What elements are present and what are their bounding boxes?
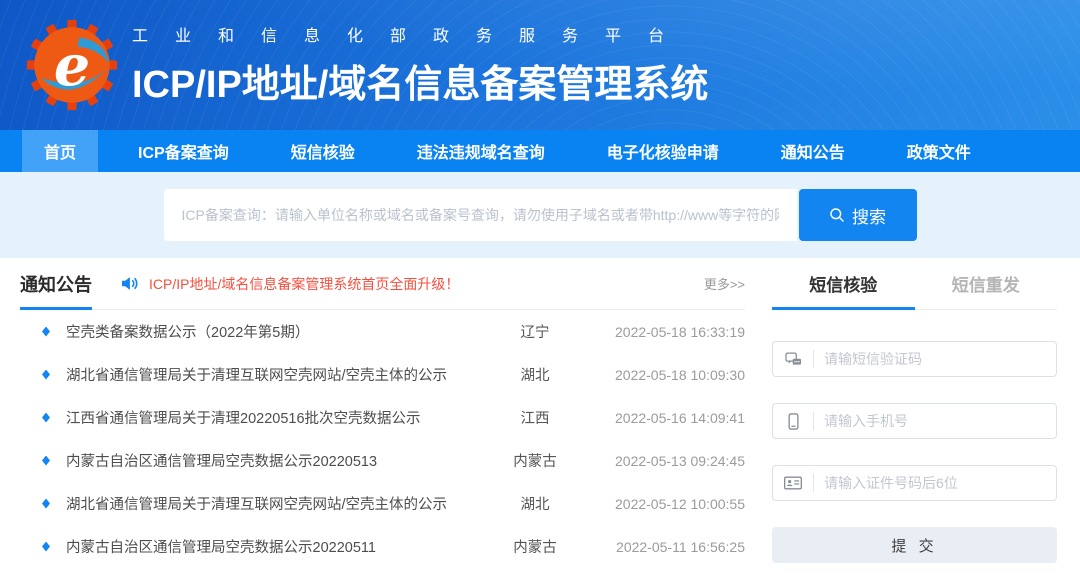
submit-button[interactable]: 提 交	[772, 527, 1057, 563]
sms-tabs: 短信核验 短信重发	[772, 258, 1057, 310]
notice-row[interactable]: 湖北省通信管理局关于清理互联网空壳网站/空壳主体的公示 湖北 2022-05-1…	[20, 482, 745, 525]
sms-message-icon	[773, 350, 813, 369]
phone-input[interactable]	[814, 413, 1056, 429]
sms-code-field	[772, 341, 1057, 377]
mobile-phone-icon	[773, 412, 813, 431]
notice-row-province: 湖北	[475, 493, 595, 514]
sms-panel: 短信核验 短信重发	[772, 258, 1057, 568]
notice-row-province: 湖北	[475, 364, 595, 385]
notice-row-province: 内蒙古	[475, 450, 595, 471]
notice-row[interactable]: 湖北省通信管理局关于清理互联网空壳网站/空壳主体的公示 湖北 2022-05-1…	[20, 353, 745, 396]
bullet-diamond-icon	[42, 413, 50, 423]
page-title: ICP/IP地址/域名信息备案管理系统	[132, 53, 708, 108]
more-link[interactable]: 更多>>	[704, 274, 745, 293]
notice-section: 通知公告 ICP/IP地址/域名信息备案管理系统首页全面升级！ 更多>> 空壳类…	[20, 258, 745, 568]
notice-headline-link[interactable]: ICP/IP地址/域名信息备案管理系统首页全面升级！	[149, 274, 459, 294]
search-icon	[829, 207, 845, 223]
tab-sms-resend[interactable]: 短信重发	[915, 258, 1058, 309]
notice-row-title: 空壳类备案数据公示（2022年第5期）	[66, 321, 475, 342]
miit-gear-logo-icon: e	[26, 19, 118, 111]
notice-row[interactable]: 江西省通信管理局关于清理20220516批次空壳数据公示 江西 2022-05-…	[20, 396, 745, 439]
notice-row-datetime: 2022-05-12 10:00:55	[595, 496, 745, 512]
announcement-horn-icon	[120, 274, 139, 293]
icp-search-input[interactable]	[164, 189, 797, 241]
notice-row-datetime: 2022-05-16 14:09:41	[595, 410, 745, 426]
sms-code-input[interactable]	[814, 351, 1056, 367]
svg-text:e: e	[54, 32, 90, 99]
bullet-diamond-icon	[42, 370, 50, 380]
notice-row-datetime: 2022-05-11 16:56:25	[595, 539, 745, 555]
notice-row-title: 内蒙古自治区通信管理局空壳数据公示20220511	[66, 536, 475, 557]
notice-row-province: 辽宁	[475, 321, 595, 342]
site-header: e 工业和信息化部政务服务平台 ICP/IP地址/域名信息备案管理系统	[0, 0, 1080, 130]
nav-item-icp-query[interactable]: ICP备案查询	[116, 130, 251, 172]
tab-sms-verify[interactable]: 短信核验	[772, 258, 915, 309]
search-button[interactable]: 搜索	[799, 189, 917, 241]
nav-item-illegal-domain-query[interactable]: 违法违规域名查询	[395, 130, 567, 172]
bullet-diamond-icon	[42, 499, 50, 509]
notice-row-title: 湖北省通信管理局关于清理互联网空壳网站/空壳主体的公示	[66, 364, 475, 385]
nav-item-sms-verify[interactable]: 短信核验	[269, 130, 377, 172]
search-section: 搜索	[0, 172, 1080, 258]
bullet-diamond-icon	[42, 327, 50, 337]
search-box: 搜索	[164, 189, 917, 241]
id-number-field	[772, 465, 1057, 501]
nav-item-notices[interactable]: 通知公告	[759, 130, 867, 172]
notice-row-title: 江西省通信管理局关于清理20220516批次空壳数据公示	[66, 407, 475, 428]
nav-item-e-verify-apply[interactable]: 电子化核验申请	[585, 130, 741, 172]
nav-item-home[interactable]: 首页	[22, 130, 98, 172]
phone-field	[772, 403, 1057, 439]
notice-row-province: 江西	[475, 407, 595, 428]
platform-subtitle: 工业和信息化部政务服务平台	[132, 22, 708, 46]
bullet-diamond-icon	[42, 456, 50, 466]
section-title-notices: 通知公告	[20, 258, 92, 309]
main-content: 通知公告 ICP/IP地址/域名信息备案管理系统首页全面升级！ 更多>> 空壳类…	[0, 258, 1080, 568]
notice-row[interactable]: 内蒙古自治区通信管理局空壳数据公示20220513 内蒙古 2022-05-13…	[20, 439, 745, 482]
main-nav: 首页 ICP备案查询 短信核验 违法违规域名查询 电子化核验申请 通知公告 政策…	[0, 130, 1080, 172]
notice-row-title: 湖北省通信管理局关于清理互联网空壳网站/空壳主体的公示	[66, 493, 475, 514]
search-button-label: 搜索	[852, 203, 886, 228]
notice-row-province: 内蒙古	[475, 536, 595, 557]
notice-row[interactable]: 内蒙古自治区通信管理局空壳数据公示20220511 内蒙古 2022-05-11…	[20, 525, 745, 568]
bullet-diamond-icon	[42, 542, 50, 552]
notice-list: 空壳类备案数据公示（2022年第5期） 辽宁 2022-05-18 16:33:…	[20, 310, 745, 568]
notice-header-row: 通知公告 ICP/IP地址/域名信息备案管理系统首页全面升级！ 更多>>	[20, 258, 745, 310]
id-number-input[interactable]	[814, 475, 1056, 491]
notice-row[interactable]: 空壳类备案数据公示（2022年第5期） 辽宁 2022-05-18 16:33:…	[20, 310, 745, 353]
nav-item-policy-files[interactable]: 政策文件	[885, 130, 993, 172]
notice-row-datetime: 2022-05-18 10:09:30	[595, 367, 745, 383]
notice-row-datetime: 2022-05-13 09:24:45	[595, 453, 745, 469]
page: e 工业和信息化部政务服务平台 ICP/IP地址/域名信息备案管理系统 首页 I…	[0, 0, 1080, 577]
notice-row-datetime: 2022-05-18 16:33:19	[595, 324, 745, 340]
notice-row-title: 内蒙古自治区通信管理局空壳数据公示20220513	[66, 450, 475, 471]
id-card-icon	[773, 473, 813, 493]
